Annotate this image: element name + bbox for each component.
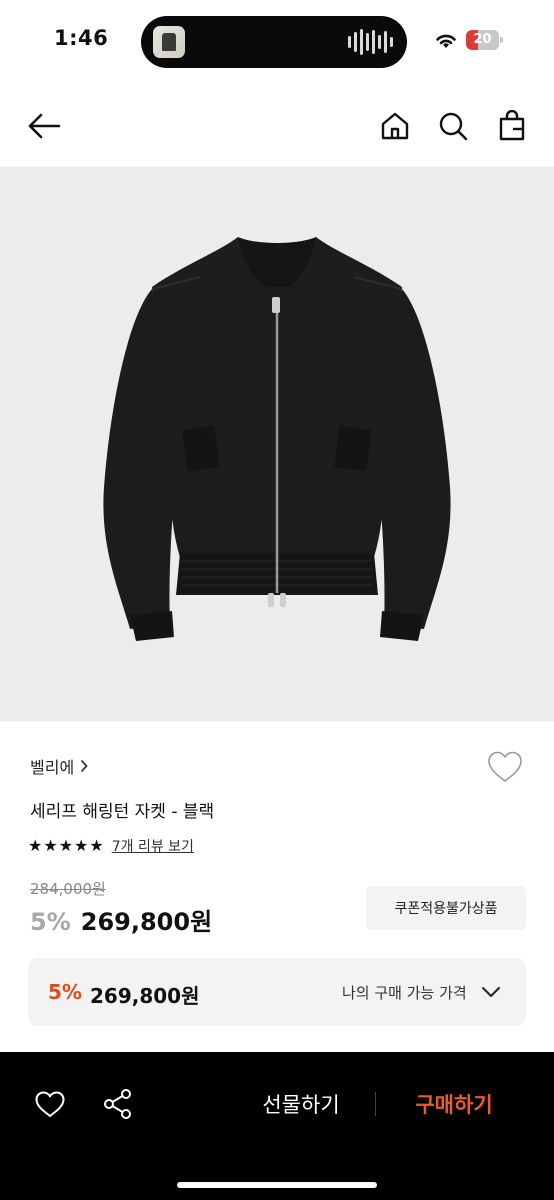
wifi-icon	[436, 34, 456, 48]
share-icon[interactable]	[98, 1084, 138, 1124]
shopping-bag-icon[interactable]	[494, 108, 530, 144]
battery-level: 20	[473, 32, 492, 47]
sale-price: 269,800원	[80, 908, 213, 936]
heart-icon	[488, 751, 522, 782]
search-icon[interactable]	[435, 108, 471, 144]
star-icon: ★	[28, 836, 43, 855]
heart-icon[interactable]	[30, 1084, 70, 1124]
star-icon: ★	[58, 836, 74, 855]
brand-name: 벨리에	[30, 758, 75, 777]
review-link[interactable]: 7개 리뷰 보기	[112, 836, 194, 856]
my-price-label: 나의 구매 가능 가격	[342, 984, 467, 1002]
home-indicator[interactable]	[177, 1182, 377, 1188]
bottom-action-bar: 선물하기 구매하기	[0, 1052, 554, 1200]
brand-link[interactable]: 벨리에	[30, 754, 88, 778]
chevron-down-icon	[482, 987, 500, 997]
star-icon: ★	[89, 836, 104, 855]
star-icon: ★	[43, 836, 58, 855]
my-price-value: 269,800원	[90, 984, 200, 1008]
divider	[375, 1092, 376, 1116]
buy-button[interactable]: 구매하기	[396, 1088, 512, 1120]
status-time: 1:46	[54, 26, 109, 50]
status-bar: 1:46 20	[0, 0, 554, 80]
chevron-right-icon	[81, 759, 88, 773]
product-image[interactable]	[0, 167, 554, 721]
back-arrow-icon[interactable]	[26, 108, 62, 144]
my-price-discount: 5%	[48, 980, 82, 1004]
star-icon: ★	[74, 836, 89, 855]
now-playing-thumbnail	[153, 26, 185, 58]
rating-stars: ★ ★ ★ ★ ★	[28, 837, 104, 855]
home-icon[interactable]	[377, 108, 413, 144]
original-price: 284,000원	[30, 880, 106, 898]
black-jacket-photo	[103, 237, 451, 641]
my-price-dropdown[interactable]: 5% 269,800원 나의 구매 가능 가격	[28, 958, 526, 1026]
coupon-unavailable-badge: 쿠폰적용불가상품	[366, 886, 526, 930]
battery-icon: 20	[466, 30, 503, 50]
product-title: 세리프 해링턴 자켓 - 블랙	[30, 802, 215, 822]
rating-row: ★ ★ ★ ★ ★ 7개 리뷰 보기	[28, 836, 194, 856]
audio-wave-icon	[348, 28, 393, 56]
dynamic-island[interactable]	[141, 16, 407, 68]
wishlist-heart-button[interactable]	[486, 750, 526, 786]
product-page: 1:46 20 벨리에 세리프 해링턴 자켓 - 블랙 ★ ★ ★ ★ ★ 7개…	[0, 0, 554, 1200]
gift-button[interactable]: 선물하기	[236, 1088, 366, 1120]
price-row: 5% 269,800원	[30, 902, 212, 937]
discount-rate: 5%	[30, 908, 71, 936]
top-nav	[0, 96, 554, 156]
